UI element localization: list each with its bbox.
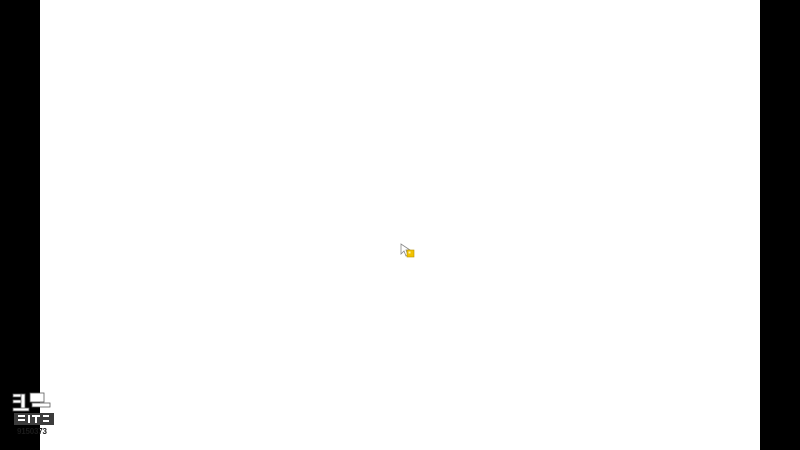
douyu-logo xyxy=(12,392,54,425)
game-screen xyxy=(40,0,760,450)
room-id-label: 9150373 xyxy=(17,427,47,436)
busy-cursor-icon xyxy=(400,243,416,259)
douyu-watermark: 9150373 xyxy=(12,392,60,440)
